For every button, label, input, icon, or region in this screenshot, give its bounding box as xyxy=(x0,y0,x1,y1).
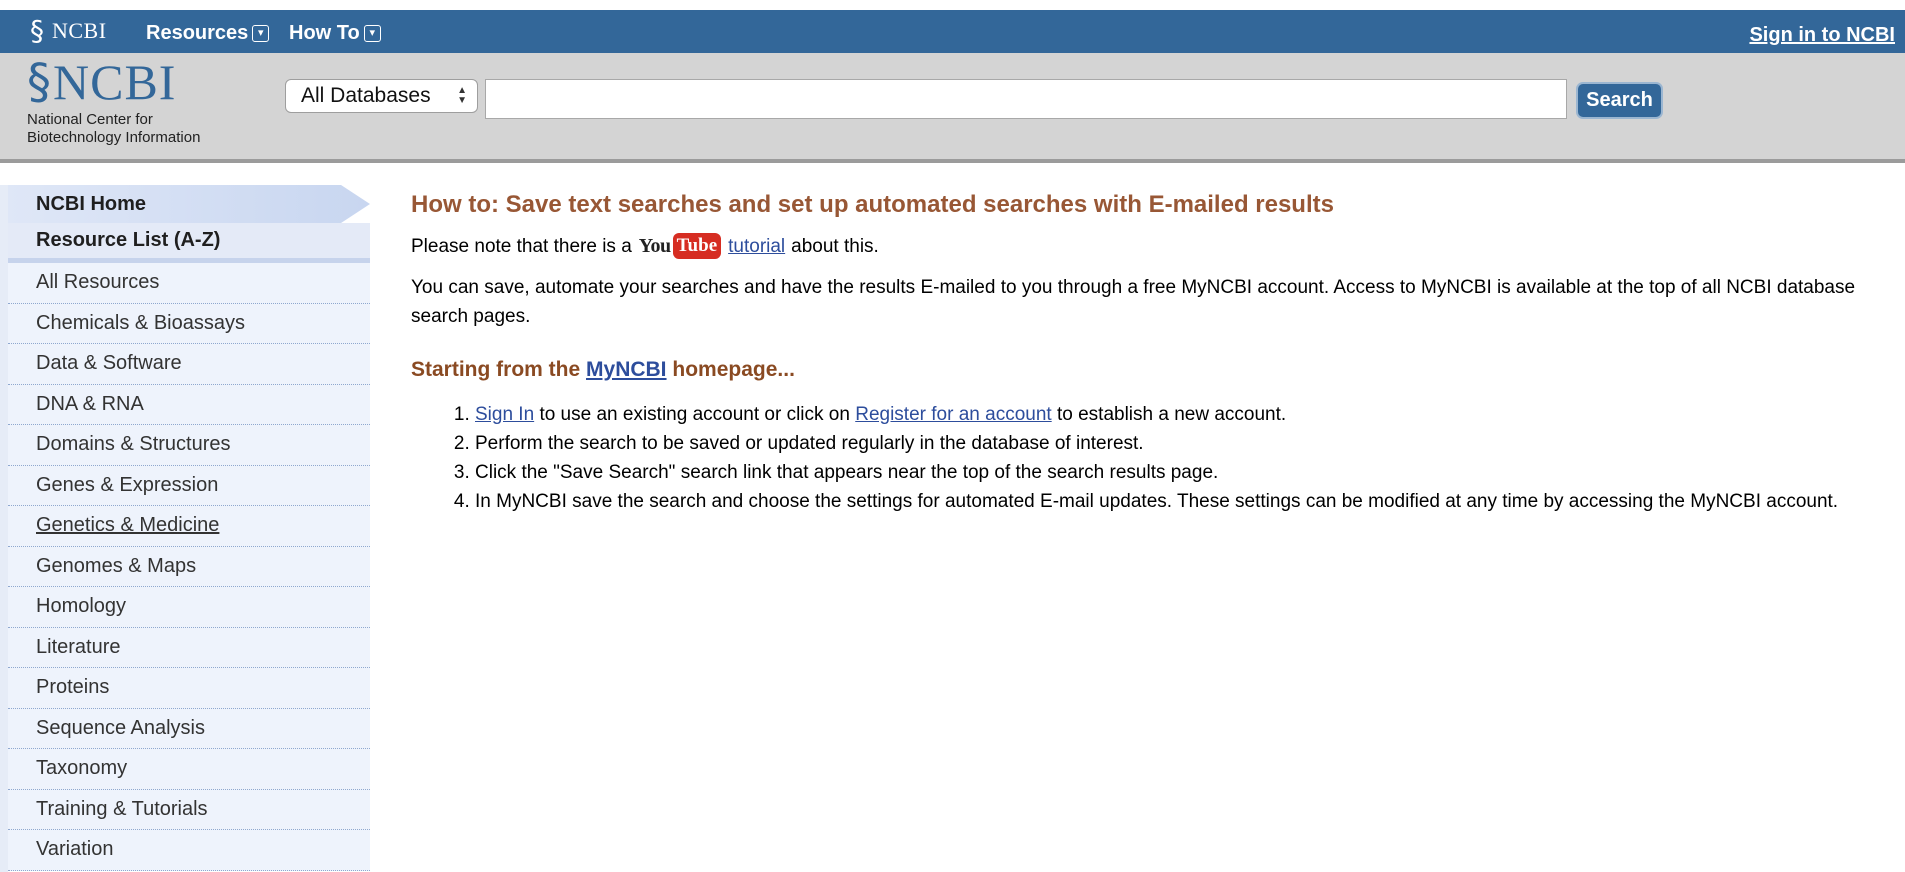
sidebar-item-data-software[interactable]: Data & Software xyxy=(8,344,370,385)
sidebar-item-label: Data & Software xyxy=(36,352,182,375)
page-title: How to: Save text searches and set up au… xyxy=(411,191,1334,218)
category-list: All Resources Chemicals & Bioassays Data… xyxy=(8,263,370,871)
sign-in-link[interactable]: Sign in to NCBI xyxy=(1749,24,1895,47)
sidebar-item-label: Training & Tutorials xyxy=(36,797,208,820)
myncbi-link[interactable]: MyNCBI xyxy=(586,358,667,381)
steps-list: Sign In to use an existing account or cl… xyxy=(475,400,1875,516)
sidebar-item-ncbi-home[interactable]: NCBI Home xyxy=(8,185,370,223)
sign-in-link[interactable]: Sign In xyxy=(475,404,534,425)
howto-menu[interactable]: How To ▾ xyxy=(289,22,381,45)
note-prefix: Please note that there is a xyxy=(411,235,632,257)
main-content: How to: Save text searches and set up au… xyxy=(411,185,1891,516)
sidebar-item-label: Genetics & Medicine xyxy=(36,514,220,537)
sidebar-item-label: All Resources xyxy=(36,271,160,294)
sidebar-item-genetics[interactable]: Genetics & Medicine xyxy=(8,506,370,547)
tutorial-note: Please note that there is a You Tube tut… xyxy=(411,231,1891,261)
note-suffix: about this. xyxy=(791,235,879,257)
sidebar-item-proteins[interactable]: Proteins xyxy=(8,668,370,709)
chevron-down-icon: ▾ xyxy=(252,25,270,42)
sidebar-edge xyxy=(0,185,8,872)
youtube-logo-tube: Tube xyxy=(672,233,722,259)
brand-name: NCBI xyxy=(52,18,107,43)
section-heading-suffix: homepage... xyxy=(672,358,795,381)
search-button[interactable]: Search xyxy=(1576,82,1663,119)
resources-menu[interactable]: Resources ▾ xyxy=(146,22,270,45)
step-item: Sign In to use an existing account or cl… xyxy=(475,400,1875,429)
search-header: § NCBI National Center for Biotechnology… xyxy=(0,53,1905,163)
section-heading-prefix: Starting from the xyxy=(411,358,581,381)
sidebar-item-label: Literature xyxy=(36,635,121,658)
sidebar-item-literature[interactable]: Literature xyxy=(8,628,370,668)
step1-text: to use an existing account or click on xyxy=(539,404,850,425)
logo-subtitle-line1: National Center for xyxy=(27,111,153,128)
sidebar-item-all-resources[interactable]: All Resources xyxy=(8,263,370,304)
ncbi-helix-icon: § xyxy=(30,14,44,47)
youtube-logo: You Tube xyxy=(638,232,722,261)
register-link[interactable]: Register for an account xyxy=(855,404,1051,425)
select-arrows-icon: ▲ ▼ xyxy=(457,85,467,106)
ncbi-helix-icon: § xyxy=(27,54,51,110)
sidebar-item-label: Homology xyxy=(36,595,127,618)
database-select[interactable]: All Databases ▲ ▼ xyxy=(285,79,478,113)
logo-text: NCBI xyxy=(53,54,177,110)
sidebar-item-variation[interactable]: Variation xyxy=(8,830,370,871)
youtube-logo-you: You xyxy=(638,234,671,257)
sidebar-item-label: Genes & Expression xyxy=(36,473,219,496)
sidebar: NCBI Home Resource List (A-Z) All Resour… xyxy=(0,185,370,872)
step-item: Perform the search to be saved or update… xyxy=(475,429,1875,458)
sidebar-item-label: Genomes & Maps xyxy=(36,554,197,577)
step-item: Click the "Save Search" search link that… xyxy=(475,458,1875,487)
search-input[interactable] xyxy=(485,79,1567,119)
resources-menu-label: Resources xyxy=(146,22,249,44)
sidebar-item-taxonomy[interactable]: Taxonomy xyxy=(8,749,370,790)
sidebar-item-label: Taxonomy xyxy=(36,757,128,780)
top-navbar: § NCBI Resources ▾ How To ▾ Sign in to N… xyxy=(0,10,1905,53)
sidebar-item-label: Sequence Analysis xyxy=(36,716,206,739)
sidebar-item-label: DNA & RNA xyxy=(36,392,144,415)
sidebar-item-label: Variation xyxy=(36,838,114,861)
ncbi-logo[interactable]: § NCBI National Center for Biotechnology… xyxy=(27,57,257,147)
sidebar-item-sequence[interactable]: Sequence Analysis xyxy=(8,709,370,749)
sidebar-item-genomes[interactable]: Genomes & Maps xyxy=(8,547,370,587)
sidebar-item-homology[interactable]: Homology xyxy=(8,587,370,628)
sidebar-item-domains[interactable]: Domains & Structures xyxy=(8,425,370,466)
section-heading: Starting from the MyNCBI homepage... xyxy=(411,354,1891,386)
sidebar-item-label: Domains & Structures xyxy=(36,433,231,456)
sidebar-item-chemicals[interactable]: Chemicals & Bioassays xyxy=(8,304,370,344)
howto-menu-label: How To xyxy=(289,22,360,44)
sidebar-item-label: Chemicals & Bioassays xyxy=(36,311,245,334)
tutorial-link[interactable]: tutorial xyxy=(728,232,785,261)
sidebar-item-resource-list[interactable]: Resource List (A-Z) xyxy=(8,223,370,263)
sidebar-item-dna-rna[interactable]: DNA & RNA xyxy=(8,385,370,425)
chevron-down-icon: ▾ xyxy=(363,25,381,42)
sidebar-item-genes[interactable]: Genes & Expression xyxy=(8,466,370,506)
database-select-value: All Databases xyxy=(301,84,431,107)
sidebar-item-label: Proteins xyxy=(36,676,110,699)
logo-subtitle-line2: Biotechnology Information xyxy=(27,129,201,146)
step1-end: to establish a new account. xyxy=(1056,404,1287,425)
step-item: In MyNCBI save the search and choose the… xyxy=(475,487,1875,516)
intro-paragraph: You can save, automate your searches and… xyxy=(411,277,1856,327)
sidebar-item-training[interactable]: Training & Tutorials xyxy=(8,790,370,830)
ncbi-home-link[interactable]: § NCBI xyxy=(30,14,107,48)
